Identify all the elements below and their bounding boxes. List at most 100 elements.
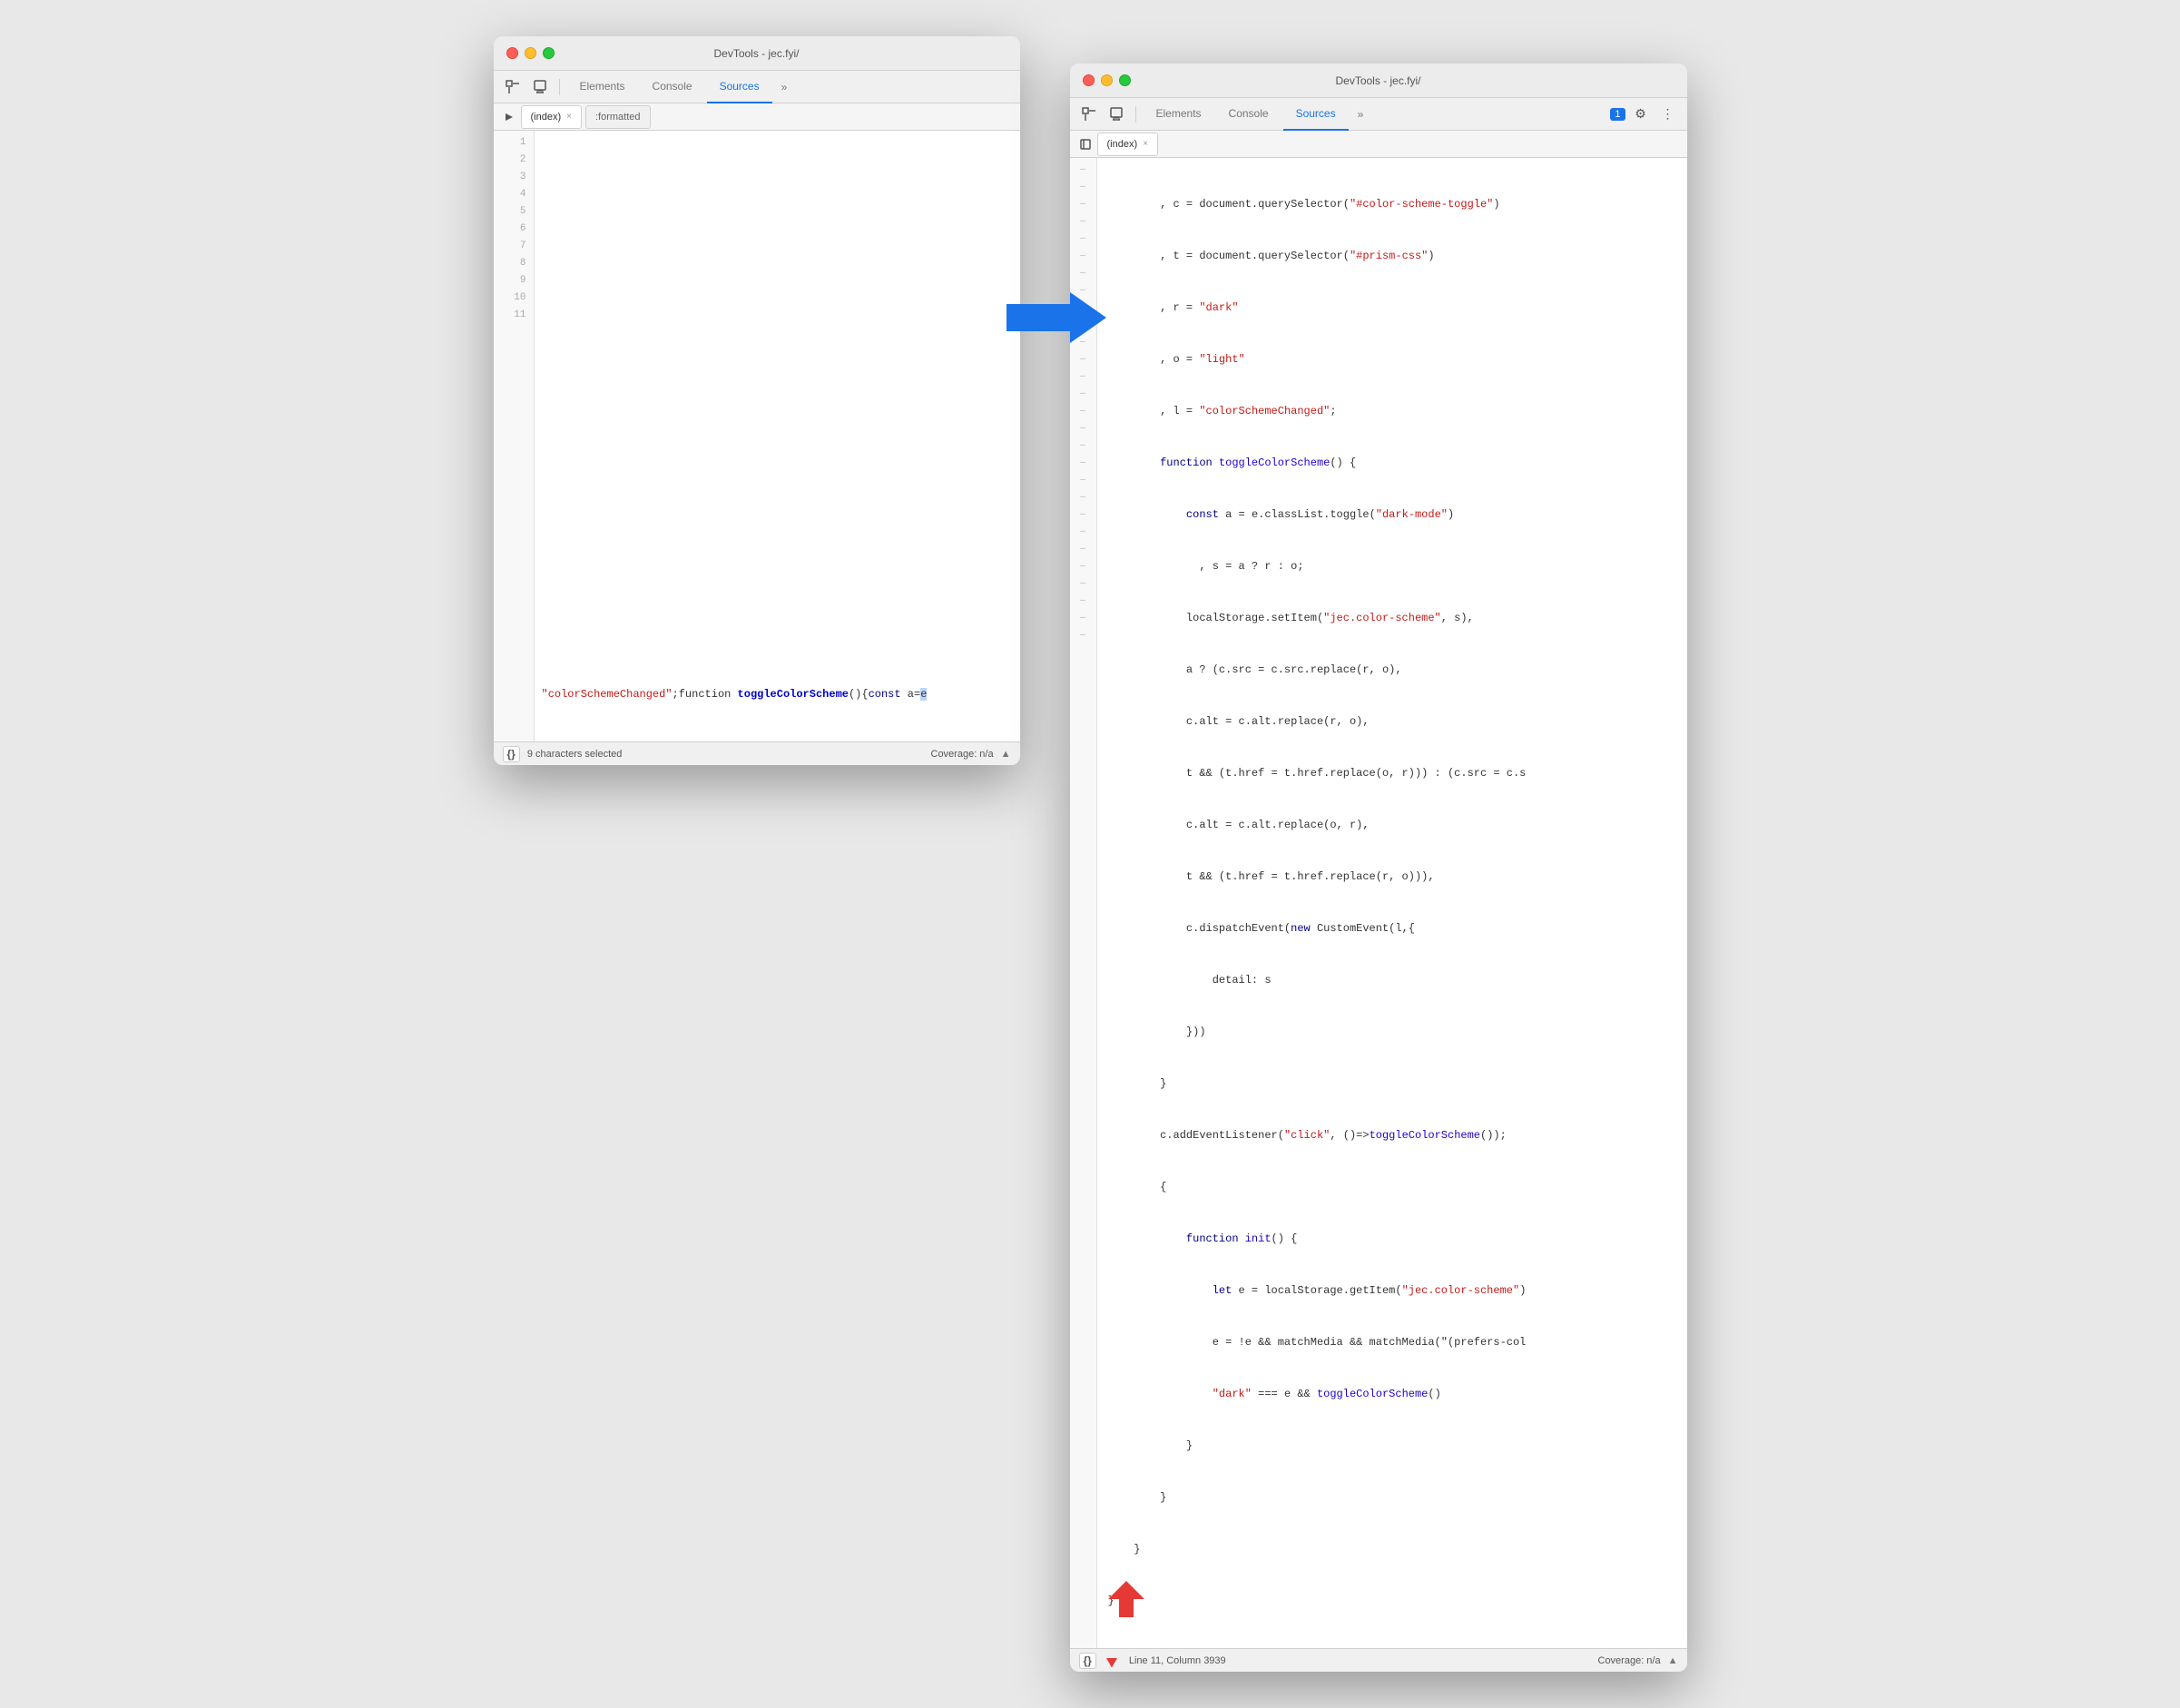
rcode-19: c.addEventListener("click", ()=>toggleCo…	[1108, 1127, 1680, 1144]
gutter-26: —	[1070, 593, 1096, 610]
tab-more-left[interactable]: »	[774, 81, 795, 93]
rcode-28: }	[1108, 1593, 1680, 1610]
badge-count: 1	[1610, 108, 1625, 121]
source-tab-index-left[interactable]: (index) ×	[521, 105, 582, 129]
right-source-tabs: (index) ×	[1070, 131, 1687, 158]
right-window-title: DevTools - jec.fyi/	[1335, 74, 1420, 87]
rcode-15: c.dispatchEvent(new CustomEvent(l,{	[1108, 920, 1680, 937]
gutter-12: —	[1070, 351, 1096, 368]
right-code-content[interactable]: , c = document.querySelector("#color-sch…	[1097, 158, 1687, 1648]
rcode-6: function toggleColorScheme() {	[1108, 455, 1680, 472]
code-line-2	[542, 221, 1013, 238]
ln-11: 11	[494, 307, 534, 324]
code-line-11: "colorSchemeChanged";function toggleColo…	[542, 686, 1013, 703]
tab-elements-left[interactable]: Elements	[567, 71, 638, 103]
rcode-22: let e = localStorage.getItem("jec.color-…	[1108, 1282, 1680, 1300]
rcode-8: , s = a ? r : o;	[1108, 558, 1680, 575]
rcode-16: detail: s	[1108, 972, 1680, 989]
traffic-lights-left	[506, 47, 555, 59]
rcode-12: t && (t.href = t.href.replace(o, r))) : …	[1108, 765, 1680, 782]
right-devtools-window: DevTools - jec.fyi/ Elements Consol	[1070, 64, 1687, 1672]
close-button-left[interactable]	[506, 47, 518, 59]
gutter-17: —	[1070, 437, 1096, 455]
ln-10: 10	[494, 290, 534, 307]
gutter-21: —	[1070, 506, 1096, 524]
gutter-15: —	[1070, 403, 1096, 420]
rcode-24: "dark" === e && toggleColorScheme()	[1108, 1386, 1680, 1403]
source-tab-index-label-right: (index)	[1107, 139, 1138, 150]
code-line-1	[542, 169, 1013, 186]
tab-console-right[interactable]: Console	[1216, 98, 1281, 131]
rcode-26: }	[1108, 1489, 1680, 1507]
rcode-23: e = !e && matchMedia && matchMedia("(pre…	[1108, 1334, 1680, 1351]
gutter-markers: — — — — — — — — — — — — — — — — — — — —	[1070, 158, 1097, 1648]
left-toolbar: Elements Console Sources »	[494, 71, 1020, 103]
left-status-left: {} 9 characters selected	[503, 746, 623, 762]
gutter-18: —	[1070, 455, 1096, 472]
rcode-14: t && (t.href = t.href.replace(r, o))),	[1108, 869, 1680, 886]
tab-console-left[interactable]: Console	[640, 71, 705, 103]
close-button-right[interactable]	[1083, 74, 1095, 86]
source-tab-formatted-label: :formatted	[595, 112, 641, 123]
toolbar-divider-left	[559, 79, 560, 95]
device-icon-right[interactable]	[1105, 103, 1128, 126]
left-status-bar: {} 9 characters selected Coverage: n/a ▲	[494, 741, 1020, 765]
right-toolbar-right: 1 ⚙ ⋮	[1610, 103, 1679, 126]
left-status-text: 9 characters selected	[527, 749, 623, 760]
ln-8: 8	[494, 255, 534, 272]
source-tab-formatted-left[interactable]: :formatted	[585, 105, 651, 129]
scroll-to-bottom-icon-right[interactable]: ▲	[1668, 1655, 1678, 1666]
inspector-icon-right[interactable]	[1077, 103, 1101, 126]
scroll-to-bottom-icon[interactable]: ▲	[1001, 749, 1011, 760]
left-pretty-print-btn[interactable]: {}	[503, 746, 520, 762]
gutter-23: —	[1070, 541, 1096, 558]
gutter-22: —	[1070, 524, 1096, 541]
settings-icon-right[interactable]: ⚙	[1629, 103, 1653, 126]
minimize-button-right[interactable]	[1101, 74, 1113, 86]
panel-toggle-left[interactable]	[501, 109, 517, 125]
tab-sources-left[interactable]: Sources	[707, 71, 772, 103]
traffic-lights-right	[1083, 74, 1131, 86]
rcode-17: }))	[1108, 1024, 1680, 1041]
blue-arrow	[1007, 290, 1106, 345]
source-tab-close-left[interactable]: ×	[566, 112, 572, 122]
red-arrow-status	[1104, 1653, 1120, 1669]
tab-sources-right[interactable]: Sources	[1283, 98, 1349, 131]
left-window-title: DevTools - jec.fyi/	[713, 47, 799, 60]
code-line-7	[542, 479, 1013, 496]
gutter-16: —	[1070, 420, 1096, 437]
rcode-3: , r = "dark"	[1108, 299, 1680, 317]
ln-5: 5	[494, 203, 534, 221]
device-icon[interactable]	[528, 75, 552, 99]
maximize-button-left[interactable]	[543, 47, 555, 59]
tab-more-right[interactable]: »	[1350, 108, 1371, 121]
left-line-numbers: 1 2 3 4 5 6 7 8 9 10 11	[494, 131, 535, 741]
source-tab-close-right[interactable]: ×	[1143, 139, 1148, 149]
gutter-6: —	[1070, 248, 1096, 265]
rcode-13: c.alt = c.alt.replace(o, r),	[1108, 817, 1680, 834]
gutter-27: —	[1070, 610, 1096, 627]
tab-elements-right[interactable]: Elements	[1144, 98, 1214, 131]
left-title-bar: DevTools - jec.fyi/	[494, 36, 1020, 71]
rcode-2: , t = document.querySelector("#prism-css…	[1108, 248, 1680, 265]
rcode-7: const a = e.classList.toggle("dark-mode"…	[1108, 506, 1680, 524]
rcode-1: , c = document.querySelector("#color-sch…	[1108, 196, 1680, 213]
inspector-icon[interactable]	[501, 75, 525, 99]
code-line-10	[542, 634, 1013, 652]
maximize-button-right[interactable]	[1119, 74, 1131, 86]
gutter-2: —	[1070, 179, 1096, 196]
right-status-right: Coverage: n/a ▲	[1598, 1655, 1678, 1666]
right-pretty-print-btn[interactable]: {}	[1079, 1653, 1096, 1669]
minimize-button-left[interactable]	[525, 47, 536, 59]
panel-toggle-right[interactable]	[1077, 136, 1094, 152]
left-status-right: Coverage: n/a ▲	[931, 749, 1011, 760]
left-code-content[interactable]: "colorSchemeChanged";function toggleColo…	[535, 131, 1020, 741]
red-arrow	[1108, 1581, 1144, 1617]
rcode-18: }	[1108, 1075, 1680, 1093]
source-tab-index-right[interactable]: (index) ×	[1097, 133, 1158, 156]
right-toolbar: Elements Console Sources » 1 ⚙ ⋮	[1070, 98, 1687, 131]
more-vert-icon-right[interactable]: ⋮	[1656, 103, 1680, 126]
gutter-20: —	[1070, 489, 1096, 506]
right-coverage-text: Coverage: n/a	[1598, 1655, 1661, 1666]
source-tab-index-label-left: (index)	[531, 112, 562, 123]
